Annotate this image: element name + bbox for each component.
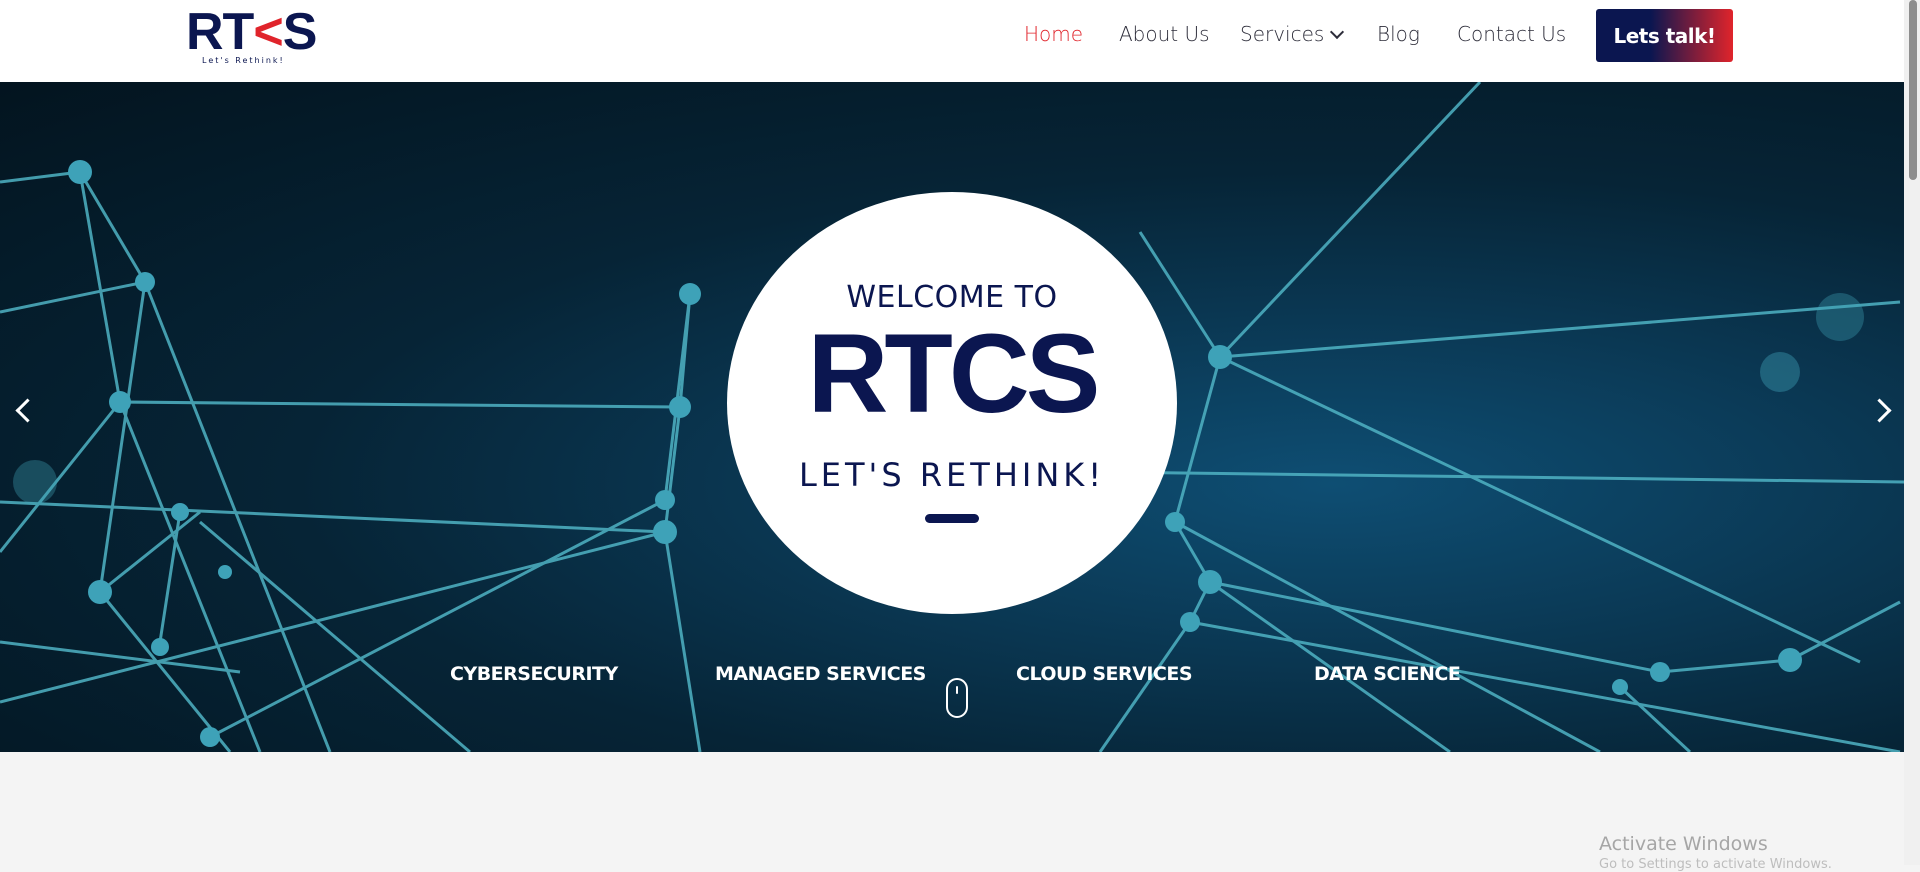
site-header: RT<S Let's Rethink! Home About Us Servic… (0, 0, 1904, 82)
scrollbar-thumb[interactable] (1909, 0, 1917, 180)
chevron-down-icon (1330, 24, 1345, 40)
accent-divider (925, 514, 979, 523)
nav-item-contact-us[interactable]: Contact Us (1457, 22, 1566, 46)
nav-item-services-label: Services (1240, 22, 1325, 46)
lets-talk-button[interactable]: Lets talk! (1596, 9, 1733, 62)
nav-item-services[interactable]: Services (1240, 22, 1345, 46)
nav-item-home[interactable]: Home (1024, 22, 1083, 46)
service-cybersecurity[interactable]: CYBERSECURITY (450, 663, 618, 685)
nav-item-blog[interactable]: Blog (1377, 22, 1420, 46)
site-logo[interactable]: RT<S Let's Rethink! (186, 6, 317, 66)
page-scrollbar[interactable] (1904, 0, 1920, 865)
mouse-scroll-icon[interactable] (946, 678, 968, 718)
logo-mark: RT<S (186, 3, 317, 61)
welcome-badge: WELCOME TO RTCS LET'S RETHINK! (727, 192, 1177, 614)
hero-slider: WELCOME TO RTCS LET'S RETHINK! CYBERSECU… (0, 82, 1904, 752)
logo-tagline: Let's Rethink! (202, 56, 285, 65)
service-data-science[interactable]: DATA SCIENCE (1314, 663, 1461, 685)
nav-item-about-us[interactable]: About Us (1119, 22, 1210, 46)
service-managed-services[interactable]: MANAGED SERVICES (715, 663, 926, 685)
logo-chevron: < (253, 3, 283, 61)
slogan-text: LET'S RETHINK! (798, 456, 1106, 494)
service-cloud-services[interactable]: CLOUD SERVICES (1016, 663, 1193, 685)
welcome-text: WELCOME TO (846, 280, 1058, 315)
brand-title: RTCS (807, 311, 1101, 436)
activate-windows-title: Activate Windows (1599, 833, 1768, 855)
